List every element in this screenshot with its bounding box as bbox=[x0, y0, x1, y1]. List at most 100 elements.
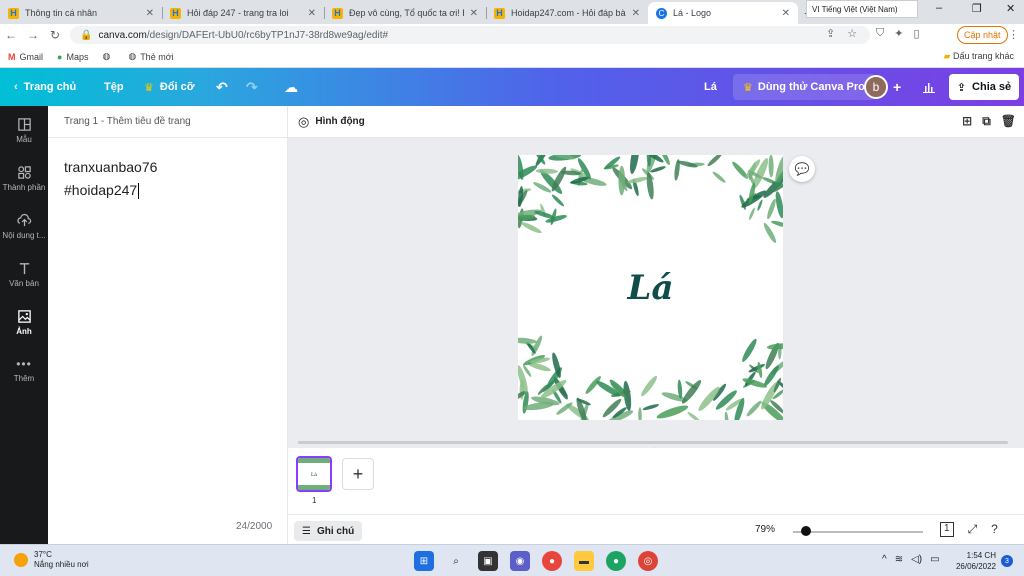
close-icon[interactable]: ✕ bbox=[470, 8, 478, 19]
close-icon[interactable]: ✕ bbox=[146, 8, 154, 19]
fullscreen-icon[interactable]: ⤢ bbox=[968, 522, 978, 537]
bookmark-new-tab[interactable]: ◍ Thẻ mới bbox=[128, 51, 173, 62]
bookmark-maps[interactable]: ● Maps bbox=[57, 52, 88, 62]
file-explorer-icon[interactable]: ▬ bbox=[574, 551, 594, 571]
avatar[interactable]: b bbox=[864, 75, 888, 99]
hoidap-favicon-icon: H bbox=[8, 7, 19, 19]
add-comment-icon[interactable]: 💬 bbox=[789, 156, 815, 182]
back-icon[interactable]: ← bbox=[0, 28, 22, 42]
zoom-slider-handle[interactable] bbox=[801, 526, 811, 536]
insights-icon[interactable] bbox=[922, 68, 936, 106]
close-icon[interactable]: ✕ bbox=[632, 8, 640, 19]
forward-icon[interactable]: → bbox=[22, 28, 44, 42]
browser-app-icon[interactable]: ● bbox=[542, 551, 562, 571]
notification-badge[interactable]: 3 bbox=[1001, 555, 1013, 567]
lock-icon: 🔒 bbox=[80, 29, 93, 41]
rail-item-uploads[interactable]: Nội dung t... bbox=[0, 202, 48, 250]
animate-button[interactable]: Hình động bbox=[315, 116, 364, 127]
extension-icon[interactable]: ⛉ bbox=[876, 27, 884, 40]
bookmark-gmail[interactable]: M Gmail bbox=[8, 52, 43, 62]
tray-chevron-icon[interactable]: ^ bbox=[882, 554, 887, 565]
wifi-icon[interactable]: ≋ bbox=[895, 554, 903, 565]
sidepanel-icon[interactable]: ▯ bbox=[913, 27, 919, 40]
windows-taskbar: 37°C Nắng nhiều nơi ⊞ ⌕ ▣ ◉ ● ▬ ● ◎ ^ ≋ … bbox=[0, 544, 1024, 576]
add-member-icon[interactable]: + bbox=[893, 68, 901, 106]
reload-icon[interactable]: ↻ bbox=[44, 28, 66, 42]
zoom-slider[interactable] bbox=[793, 531, 923, 533]
crown-icon: ♛ bbox=[144, 81, 154, 94]
browser-tab-active[interactable]: C Lá - Logo ✕ bbox=[648, 2, 798, 24]
notes-char-count: 24/2000 bbox=[236, 521, 273, 532]
other-bookmarks[interactable]: ▰ Dấu trang khác bbox=[944, 51, 1014, 62]
chat-icon[interactable]: ◉ bbox=[510, 551, 530, 571]
file-menu-button[interactable]: Tệp bbox=[104, 68, 124, 106]
upload-icon bbox=[16, 213, 31, 226]
weather-widget[interactable]: 37°C Nắng nhiều nơi bbox=[14, 550, 89, 570]
url-bar[interactable]: 🔒 canva.com/design/DAFErt-UbU0/rc6byTP1n… bbox=[70, 26, 870, 44]
task-view-icon[interactable]: ▣ bbox=[478, 551, 498, 571]
notes-button[interactable]: ☰ Ghi chú bbox=[294, 521, 363, 541]
sun-icon bbox=[14, 553, 28, 567]
delete-page-icon[interactable]: 🗑 bbox=[1001, 114, 1016, 129]
cloud-save-icon[interactable]: ☁ bbox=[284, 68, 298, 106]
battery-icon[interactable]: ▭ bbox=[930, 554, 939, 565]
template-icon bbox=[17, 117, 31, 131]
system-clock[interactable]: 1:54 CH 26/06/2022 bbox=[952, 550, 996, 572]
logo-text[interactable]: Lá bbox=[518, 155, 783, 420]
zoom-level[interactable]: 79% bbox=[755, 524, 775, 535]
notes-textarea[interactable]: tranxuanbao76 #hoidap247 bbox=[48, 138, 287, 220]
update-button[interactable]: Cập nhật bbox=[957, 26, 1008, 44]
duplicate-page-icon[interactable]: ⧉ bbox=[982, 114, 991, 129]
share-button[interactable]: ⇪ Chia sẻ bbox=[949, 74, 1019, 100]
browser-tab[interactable]: H Hỏi đáp 247 - trang tra loi ✕ bbox=[162, 2, 324, 24]
gmail-icon: M bbox=[8, 51, 16, 62]
browser-menu-icon[interactable]: ⋮ bbox=[1008, 28, 1019, 41]
bookmark-star-icon[interactable]: ☆ bbox=[847, 27, 857, 40]
search-icon[interactable]: ⌕ bbox=[446, 551, 466, 571]
tab-title: Đẹp vô cùng, Tổ quốc ta ơi! Rừng bbox=[349, 8, 464, 18]
try-pro-button[interactable]: ♛ Dùng thử Canva Pro bbox=[733, 74, 875, 100]
design-canvas[interactable]: Lá bbox=[518, 155, 783, 420]
notes-panel: Trang 1 - Thêm tiêu đề trang tranxuanbao… bbox=[48, 106, 288, 544]
more-icon: ••• bbox=[16, 357, 32, 371]
rail-item-photos[interactable]: Ảnh bbox=[0, 298, 48, 346]
rail-item-more[interactable]: ••• Thêm bbox=[0, 346, 48, 394]
ime-indicator[interactable]: VI Tiếng Việt (Việt Nam) bbox=[806, 0, 918, 18]
resize-button[interactable]: ♛ Đổi cỡ bbox=[144, 68, 195, 106]
rail-item-elements[interactable]: Thành phần bbox=[0, 154, 48, 202]
editor-bottom-bar: ☰ Ghi chú 79% 1 ⤢ ? bbox=[288, 514, 1024, 544]
url-domain: canva.com bbox=[98, 29, 147, 41]
minimize-icon[interactable]: – bbox=[936, 2, 942, 14]
page-thumbnail[interactable]: Lá bbox=[296, 456, 332, 492]
text-icon bbox=[19, 262, 29, 274]
close-icon[interactable]: ✕ bbox=[308, 8, 316, 19]
share-page-icon[interactable]: ⇪ bbox=[826, 27, 835, 40]
maximize-icon[interactable]: ❐ bbox=[972, 2, 982, 15]
add-page-button[interactable]: + bbox=[342, 458, 374, 490]
rail-item-text[interactable]: Văn bản bbox=[0, 250, 48, 298]
redo-icon[interactable]: ↷ bbox=[246, 68, 258, 106]
home-button[interactable]: ‹ Trang chủ bbox=[14, 68, 76, 106]
coccoc-icon[interactable]: ● bbox=[606, 551, 626, 571]
window-close-icon[interactable]: ✕ bbox=[1006, 2, 1015, 15]
volume-icon[interactable]: ◁) bbox=[911, 554, 922, 565]
undo-icon[interactable]: ↶ bbox=[216, 68, 228, 106]
crown-icon: ♛ bbox=[743, 81, 753, 94]
close-icon[interactable]: ✕ bbox=[782, 8, 790, 19]
chrome-icon[interactable]: ◎ bbox=[638, 551, 658, 571]
puzzle-icon[interactable]: ✦ bbox=[894, 27, 903, 40]
help-icon[interactable]: ? bbox=[991, 522, 998, 537]
elements-icon bbox=[17, 165, 31, 179]
design-title[interactable]: Lá bbox=[704, 68, 717, 106]
animate-icon[interactable]: ◎ bbox=[298, 114, 309, 130]
windows-start-icon[interactable]: ⊞ bbox=[414, 551, 434, 571]
browser-tab[interactable]: H Đẹp vô cùng, Tổ quốc ta ơi! Rừng ✕ bbox=[324, 2, 486, 24]
browser-tab[interactable]: H Thông tin cá nhân ✕ bbox=[0, 2, 162, 24]
photo-icon bbox=[17, 309, 31, 323]
add-page-icon[interactable]: ⊞ bbox=[962, 114, 972, 129]
canva-header: ‹ Trang chủ Tệp ♛ Đổi cỡ ↶ ↷ ☁ Lá ♛ Dùng… bbox=[0, 68, 1024, 106]
browser-tab[interactable]: H Hoidap247.com - Hỏi đáp bài tập ✕ bbox=[486, 2, 648, 24]
bookmark-globe[interactable]: ◍ bbox=[102, 51, 114, 62]
rail-item-templates[interactable]: Mẫu bbox=[0, 106, 48, 154]
page-count-icon[interactable]: 1 bbox=[940, 522, 954, 537]
